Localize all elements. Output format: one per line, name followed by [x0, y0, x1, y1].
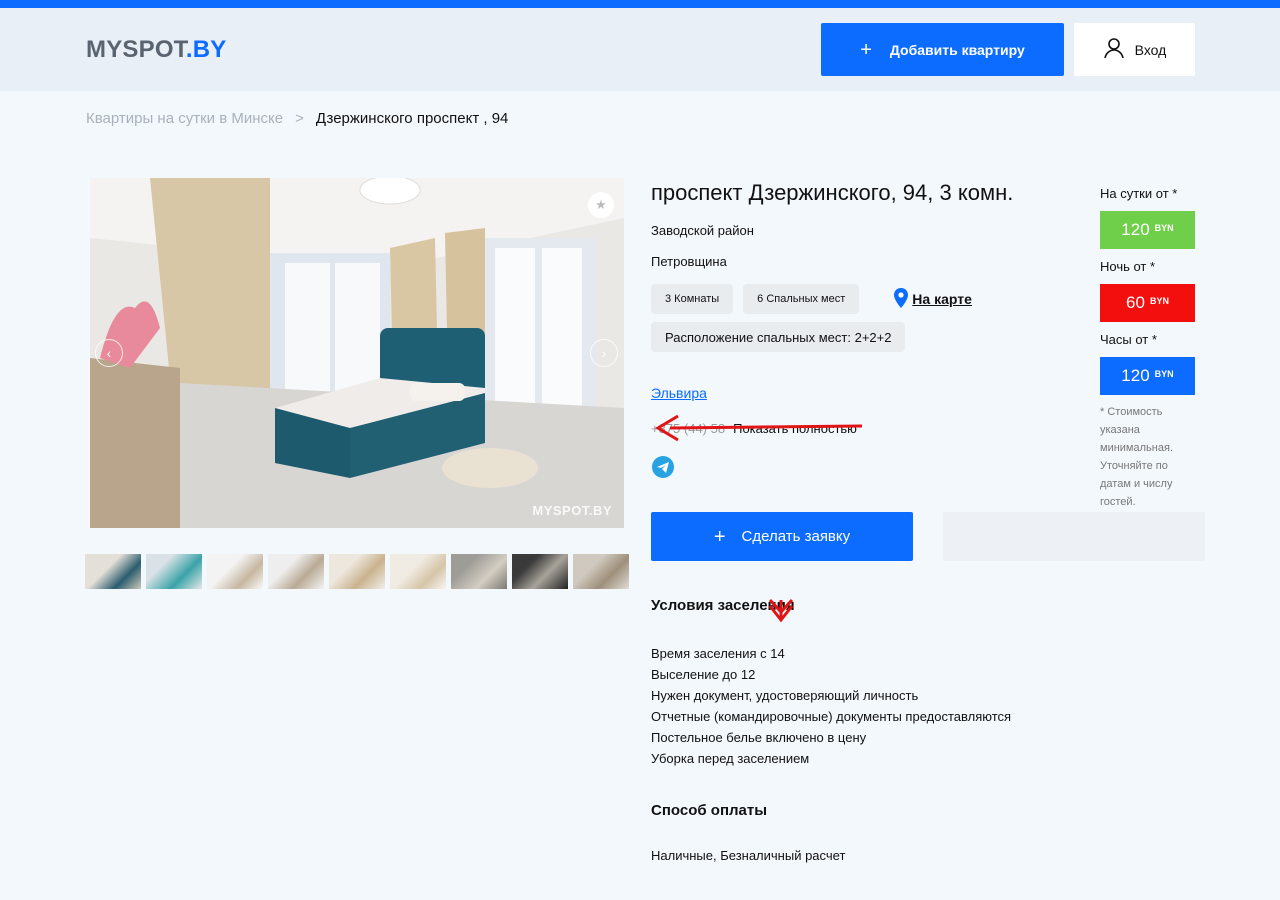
star-icon[interactable]: ★	[588, 192, 614, 218]
thumbnail[interactable]	[512, 554, 568, 589]
price-panel: На сутки от * 120 BYN Ночь от * 60 BYN Ч…	[1100, 186, 1210, 511]
microdistrict: Петровщина	[651, 254, 727, 269]
thumbnail[interactable]	[573, 554, 629, 589]
login-button[interactable]: Вход	[1074, 23, 1195, 76]
night-price-label: Ночь от *	[1100, 259, 1156, 274]
list-item: Время заселения с 14	[651, 646, 785, 661]
site-logo[interactable]: MYSPOT.BY	[86, 36, 227, 64]
rooms-tag: 3 Комнаты	[651, 284, 734, 314]
breadcrumb-parent-link[interactable]: Квартиры на сутки в Минске	[86, 110, 283, 127]
list-item: Уборка перед заселением	[651, 751, 810, 766]
bedroom-photo-illustration	[90, 178, 624, 528]
chevron-left-icon[interactable]: ‹	[95, 339, 123, 367]
payment-heading: Способ оплаты	[651, 802, 768, 819]
day-price-label: На сутки от *	[1100, 186, 1178, 201]
owner-name-link[interactable]: Эльвира	[651, 385, 707, 401]
feature-tags: 3 Комнаты 6 Спальных мест На карте	[651, 284, 972, 314]
sleeping-arrangement-tag: Расположение спальных мест: 2+2+2	[651, 322, 906, 352]
plus-icon: +	[860, 38, 872, 61]
annotation-arrow-left-icon	[655, 414, 863, 442]
night-price-badge: 60 BYN	[1100, 284, 1195, 322]
user-icon	[1103, 37, 1125, 62]
thumbnail[interactable]	[329, 554, 385, 589]
district: Заводской район	[651, 223, 754, 238]
thumbnail[interactable]	[451, 554, 507, 589]
thumbnail[interactable]	[146, 554, 202, 589]
thumbnail[interactable]	[268, 554, 324, 589]
payment-methods: Наличные, Безналичный расчет	[651, 848, 846, 863]
add-apartment-button[interactable]: + Добавить квартиру	[821, 23, 1064, 76]
hours-price-badge: 120 BYN	[1100, 357, 1195, 395]
thumbnail[interactable]	[85, 554, 141, 589]
main-photo[interactable]: ★ ‹ › MYSPOT.BY	[90, 178, 624, 528]
list-item: Нужен документ, удостоверяющий личность	[651, 688, 919, 703]
secondary-action-placeholder	[943, 512, 1205, 561]
day-price-badge: 120 BYN	[1100, 211, 1195, 249]
list-item: Выселение до 12	[651, 667, 756, 682]
beds-tag: 6 Спальных мест	[743, 284, 860, 314]
make-request-button[interactable]: + Сделать заявку	[651, 512, 913, 561]
breadcrumb-current: Дзержинского проспект , 94	[315, 110, 509, 127]
breadcrumb-separator: >	[295, 110, 304, 127]
thumbnail-strip	[85, 554, 629, 589]
map-pin-icon	[894, 287, 909, 311]
conditions-list: Время заселения с 14 Выселение до 12 Нуж…	[651, 643, 1011, 769]
plus-icon: +	[713, 525, 726, 548]
thumbnail[interactable]	[207, 554, 263, 589]
listing-title: проспект Дзержинского, 94, 3 комн.	[651, 180, 1014, 205]
thumbnail[interactable]	[390, 554, 446, 589]
chevron-right-icon[interactable]: ›	[590, 339, 618, 367]
top-accent-bar	[0, 0, 1280, 8]
hours-price-label: Часы от *	[1100, 332, 1157, 347]
map-link[interactable]: На карте	[894, 287, 972, 311]
site-header: MYSPOT.BY + Добавить квартиру Вход	[0, 8, 1280, 91]
price-note: * Стоимость указана минимальная. Уточняй…	[1100, 406, 1173, 508]
annotation-arrow-down-icon	[768, 598, 794, 623]
list-item: Постельное белье включено в цену	[651, 730, 867, 745]
list-item: Отчетные (командировочные) документы пре…	[651, 709, 1012, 724]
telegram-icon[interactable]	[652, 456, 674, 478]
breadcrumb: Квартиры на сутки в Минске > Дзержинског…	[86, 110, 508, 127]
photo-watermark: MYSPOT.BY	[532, 503, 612, 518]
